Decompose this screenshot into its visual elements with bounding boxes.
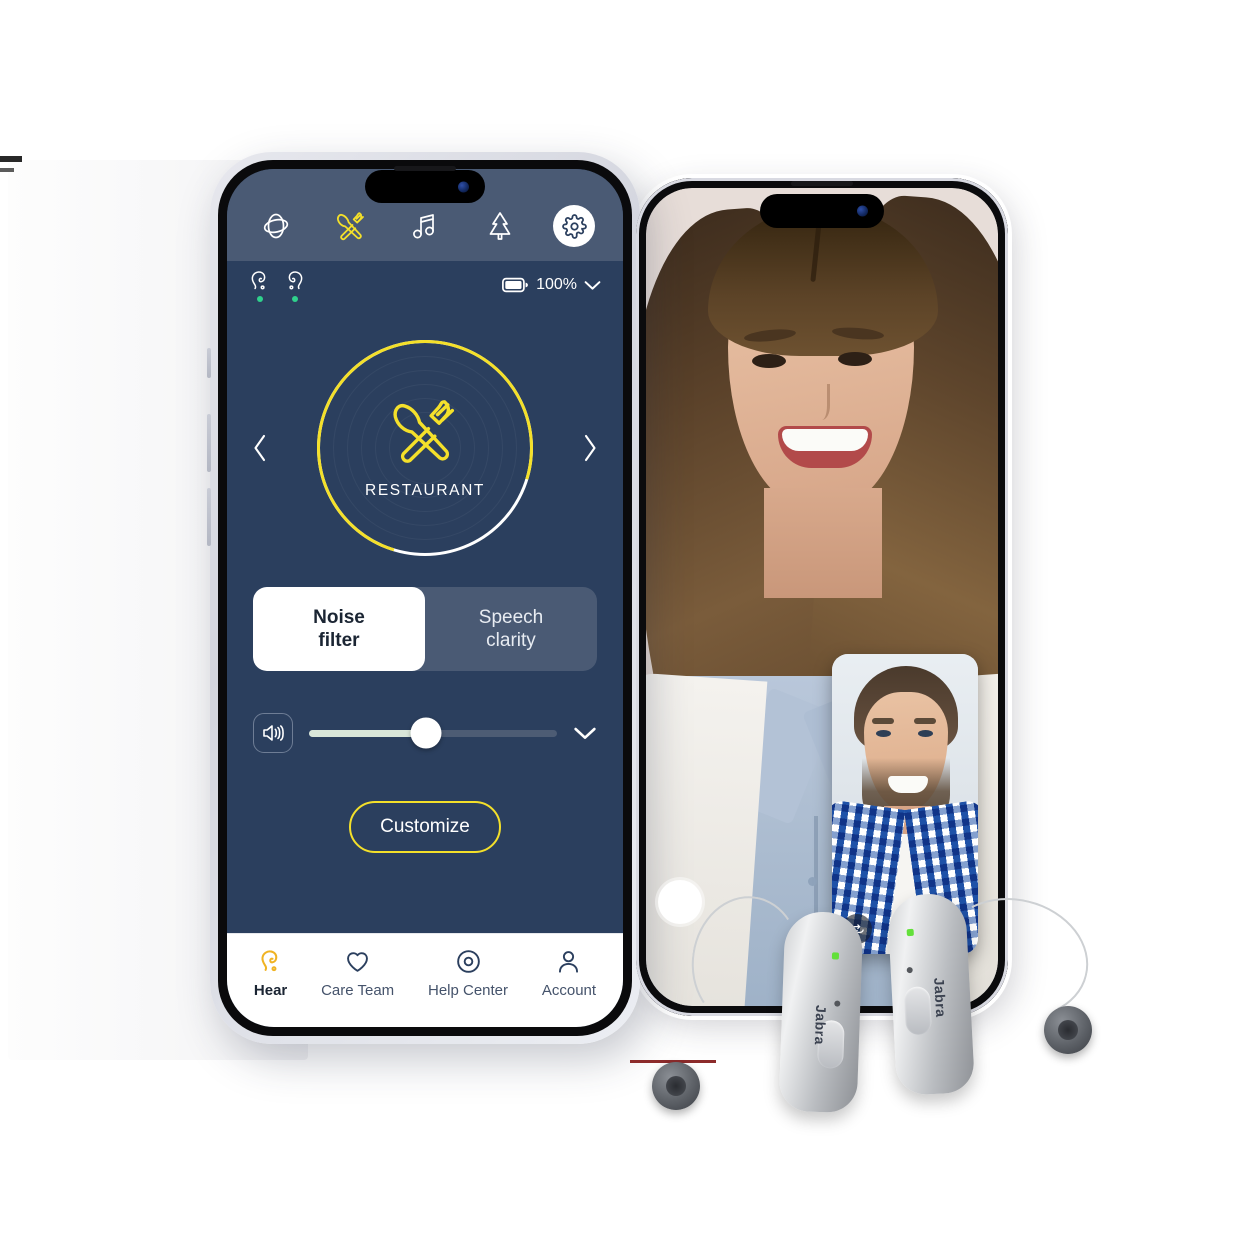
right-aid-button[interactable] bbox=[903, 986, 933, 1036]
sound-mode-segmented-control: Noise filter Speech clarity bbox=[253, 587, 597, 671]
life-ring-icon bbox=[456, 950, 480, 973]
battery-full-icon bbox=[502, 277, 528, 293]
segment-noise-filter-line1: Noise bbox=[313, 606, 365, 628]
heart-icon bbox=[347, 952, 369, 972]
earpiece-speaker bbox=[791, 181, 853, 186]
program-tab-settings[interactable] bbox=[545, 203, 603, 249]
nav-label-hear: Hear bbox=[253, 982, 288, 999]
battery-level-label: 100% bbox=[536, 276, 577, 293]
dynamic-island bbox=[365, 170, 485, 203]
nav-item-hear[interactable]: Hear bbox=[254, 948, 287, 999]
right-aid-microphone bbox=[906, 966, 913, 974]
segment-noise-filter[interactable]: Noise filter bbox=[253, 587, 425, 671]
app-screen: 100% RESTAURANT Noise filter Speech clar… bbox=[227, 169, 623, 1027]
left-aid-brand-label: Jabra bbox=[811, 1004, 830, 1046]
dial-progress-arc bbox=[278, 301, 572, 595]
program-next-button[interactable] bbox=[573, 431, 607, 465]
left-aid-microphone bbox=[834, 1000, 841, 1007]
hearing-aid-icon bbox=[261, 950, 278, 972]
background-edge-shadow-secondary bbox=[0, 168, 14, 172]
volume-slider-fill bbox=[309, 729, 426, 737]
right-aid-ear-dome bbox=[1044, 1006, 1092, 1054]
nav-item-account[interactable]: Account bbox=[542, 948, 596, 999]
left-aid-led bbox=[831, 952, 840, 960]
battery-status[interactable]: 100% bbox=[502, 276, 601, 294]
speaker-volume-icon[interactable] bbox=[253, 713, 293, 753]
restaurant-cutlery-icon bbox=[336, 212, 364, 241]
gear-icon bbox=[561, 213, 587, 239]
device-status-bar: 100% bbox=[227, 261, 623, 309]
left-hearing-aid-status[interactable] bbox=[249, 269, 270, 302]
hearing-aid-icon bbox=[288, 270, 303, 289]
right-hearing-aid-status[interactable] bbox=[284, 269, 305, 302]
nav-label-help-center: Help Center bbox=[427, 982, 509, 999]
chevron-left-icon bbox=[254, 434, 266, 462]
customize-button[interactable]: Customize bbox=[349, 801, 501, 853]
segment-noise-filter-line2: filter bbox=[318, 630, 360, 651]
right-aid-connected-indicator bbox=[291, 295, 298, 302]
phone-volume-up-button[interactable] bbox=[207, 414, 211, 472]
hearing-aid-status-group[interactable] bbox=[249, 269, 305, 302]
pine-tree-icon bbox=[489, 212, 510, 240]
right-aid-brand-label: Jabra bbox=[931, 977, 950, 1018]
hearing-aid-product-shot: Jabra Jabra bbox=[630, 880, 1130, 1150]
program-carousel: RESTAURANT bbox=[227, 301, 623, 595]
nav-item-care-team[interactable]: Care Team bbox=[321, 948, 394, 999]
left-hearing-aid: Jabra bbox=[778, 910, 864, 1114]
app-phone: 100% RESTAURANT Noise filter Speech clar… bbox=[207, 152, 643, 1044]
nav-label-account: Account bbox=[541, 982, 597, 999]
volume-slider[interactable] bbox=[309, 717, 557, 749]
chevron-down-icon[interactable] bbox=[584, 280, 601, 291]
music-note-icon bbox=[413, 214, 434, 239]
program-prev-button[interactable] bbox=[243, 431, 277, 465]
earpiece-speaker bbox=[394, 166, 456, 171]
all-around-sphere-icon bbox=[263, 213, 289, 239]
nav-label-care-team: Care Team bbox=[321, 982, 395, 999]
right-aid-led bbox=[906, 928, 914, 937]
dynamic-island bbox=[760, 194, 884, 228]
volume-expand-chevron-down-icon[interactable] bbox=[573, 726, 597, 741]
volume-control-row bbox=[253, 711, 597, 755]
person-icon bbox=[559, 951, 579, 973]
left-aid-ear-dome bbox=[652, 1062, 700, 1110]
phone-volume-down-button[interactable] bbox=[207, 488, 211, 546]
nav-item-help-center[interactable]: Help Center bbox=[428, 948, 508, 999]
current-program-dial[interactable]: RESTAURANT bbox=[278, 301, 572, 595]
chevron-right-icon bbox=[584, 434, 596, 462]
background-edge-shadow bbox=[0, 156, 22, 162]
phone-mute-switch[interactable] bbox=[207, 348, 211, 378]
program-tab-music[interactable] bbox=[396, 203, 454, 249]
program-tab-outdoor[interactable] bbox=[471, 203, 529, 249]
segment-speech-clarity-line1: Speech bbox=[478, 606, 544, 628]
phone-power-button[interactable] bbox=[639, 402, 643, 486]
hearing-aid-icon bbox=[251, 270, 266, 289]
app-main-content: RESTAURANT Noise filter Speech clarity C… bbox=[227, 301, 623, 933]
bottom-navigation-bar: Hear Care Team Help Center Account bbox=[227, 933, 623, 1027]
segment-speech-clarity-line2: clarity bbox=[486, 630, 536, 651]
segment-speech-clarity[interactable]: Speech clarity bbox=[425, 587, 597, 671]
program-tab-restaurant[interactable] bbox=[322, 203, 380, 249]
volume-slider-handle[interactable] bbox=[410, 717, 442, 749]
left-aid-connected-indicator bbox=[256, 295, 263, 302]
program-tab-all-around[interactable] bbox=[247, 203, 305, 249]
